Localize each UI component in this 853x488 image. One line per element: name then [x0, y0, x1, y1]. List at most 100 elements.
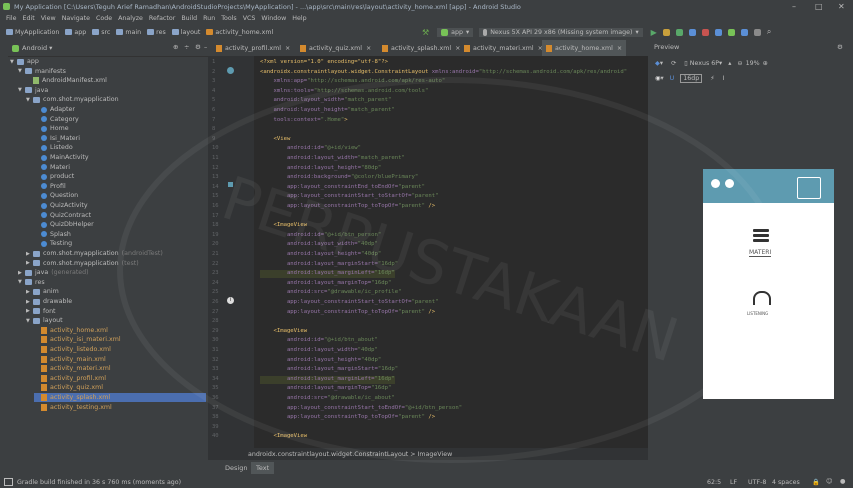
chevron-right-icon[interactable]: ▶	[26, 308, 31, 314]
menu-item-view[interactable]: View	[41, 15, 56, 22]
editor-tab[interactable]: activity_splash.xml ×	[378, 40, 464, 56]
code-line[interactable]: android:layout_height="40dp"	[260, 251, 381, 259]
code-line[interactable]: <ImageView	[260, 328, 307, 336]
device-selector[interactable]: Nexus 5X API 29 x86 (Missing system imag…	[479, 27, 643, 37]
tree-item[interactable]: Home	[34, 124, 69, 133]
infer-constraints-icon[interactable]: ⚡	[710, 75, 714, 82]
notification-icon[interactable]: ●	[840, 478, 846, 485]
breadcrumb-item[interactable]: src	[92, 29, 110, 36]
tree-item[interactable]: activity_testing.xml	[34, 403, 112, 412]
event-log-icon[interactable]	[4, 478, 13, 486]
run-icon[interactable]: ▶	[651, 28, 657, 37]
zoom-in-icon[interactable]: ⊕	[763, 60, 768, 67]
breadcrumb-item[interactable]: layout	[171, 29, 200, 36]
breadcrumb-item[interactable]: main	[116, 29, 141, 36]
minimize-icon[interactable]: –	[792, 2, 796, 11]
run-config-selector[interactable]: app ▾	[437, 27, 474, 37]
tree-item[interactable]: activity_home.xml	[34, 326, 108, 335]
code-line[interactable]: app:layout_constraintTop_toTopOf="parent…	[260, 414, 435, 422]
code-line[interactable]: android:layout_height="80dp"	[260, 165, 381, 173]
code-line[interactable]: app:layout_constraintTop_toTopOf="parent…	[260, 203, 435, 211]
tree-item[interactable]: Category	[34, 115, 79, 124]
close-tab-icon[interactable]: ×	[366, 45, 371, 52]
tree-item[interactable]: ▼ res	[18, 278, 45, 287]
tree-item[interactable]: activity_materi.xml	[34, 364, 111, 373]
stop-icon[interactable]	[701, 28, 709, 36]
tree-item[interactable]: Adapter	[34, 105, 75, 114]
default-margin-icon[interactable]: 16dp	[680, 73, 703, 83]
tree-item[interactable]: ▼ manifests	[18, 67, 66, 76]
status-message[interactable]: Gradle build finished in 36 s 760 ms (mo…	[17, 479, 181, 486]
code-line[interactable]: android:src="@drawable/ic_about"	[260, 395, 395, 403]
code-line[interactable]: android:layout_marginTop="16dp"	[260, 385, 391, 393]
menu-item-vcs[interactable]: VCS	[243, 15, 256, 22]
tree-item[interactable]: ▶ anim	[26, 287, 59, 296]
code-line[interactable]: tools:context=".Home">	[260, 117, 347, 125]
chevron-down-icon[interactable]: ▼	[18, 279, 23, 285]
project-view-selector[interactable]: Android ▾	[12, 44, 52, 52]
zoom-out-icon[interactable]: ⊖	[737, 60, 742, 67]
tree-item[interactable]: Profil	[34, 182, 66, 191]
code-line[interactable]: android:layout_width="40dp"	[260, 241, 378, 249]
search-icon[interactable]: ⌕	[767, 27, 771, 37]
code-line[interactable]: <androidx.constraintlayout.widget.Constr…	[260, 69, 627, 77]
tree-item[interactable]: Isi_Materi	[34, 134, 80, 143]
tree-item[interactable]: Testing	[34, 239, 72, 248]
hammer-icon[interactable]: ⚒	[422, 28, 429, 37]
tree-item[interactable]: ▼ layout	[26, 316, 63, 325]
code-line[interactable]: android:layout_width="match_parent"	[260, 97, 391, 105]
editor-tab[interactable]: activity_quiz.xml ×	[296, 40, 375, 56]
editor-tab[interactable]: activity_profil.xml ×	[212, 40, 294, 56]
close-tab-icon[interactable]: ×	[285, 45, 290, 52]
lock-icon[interactable]: 🔒	[812, 478, 820, 486]
code-line[interactable]: android:layout_width="match_parent"	[260, 155, 405, 163]
tree-item[interactable]: AndroidManifest.xml	[26, 76, 107, 85]
chevron-down-icon[interactable]: ▼	[18, 68, 23, 74]
code-line[interactable]: app:layout_constraintStart_toStartOf="pa…	[260, 299, 439, 307]
apply-changes-icon[interactable]	[662, 28, 670, 36]
code-line[interactable]: <View	[260, 136, 290, 144]
profile-icon[interactable]	[688, 28, 696, 36]
editor-tab[interactable]: activity_materi.xml ×	[460, 40, 547, 56]
code-line[interactable]: <ImageView	[260, 433, 307, 441]
code-line[interactable]: android:src="@drawable/ic_profile"	[260, 289, 402, 297]
maximize-icon[interactable]: □	[815, 2, 823, 11]
code-line[interactable]: android:id="@+id/view"	[260, 145, 361, 153]
tree-item[interactable]: Listedo	[34, 143, 73, 152]
tree-item[interactable]: Question	[34, 191, 78, 200]
chevron-down-icon[interactable]: ▼	[10, 59, 15, 65]
close-tab-icon[interactable]: ×	[617, 45, 622, 52]
debug-icon[interactable]	[675, 28, 683, 36]
tree-item[interactable]: product	[34, 172, 74, 181]
code-line[interactable]: android:background="@color/bluePrimary"	[260, 174, 418, 182]
gutter-color-icon[interactable]	[228, 182, 233, 187]
code-line[interactable]: <ImageView	[260, 222, 307, 230]
menu-item-code[interactable]: Code	[96, 15, 112, 22]
indent-setting[interactable]: 4 spaces	[772, 479, 800, 486]
guidelines-icon[interactable]: I	[723, 75, 725, 82]
code-line[interactable]: android:layout_height="40dp"	[260, 357, 381, 365]
menu-item-analyze[interactable]: Analyze	[118, 15, 143, 22]
tree-item[interactable]: ▼ com.shot.myapplication	[26, 95, 119, 104]
code-line[interactable]: android:layout_width="40dp"	[260, 347, 378, 355]
menu-item-tools[interactable]: Tools	[221, 15, 237, 22]
preview-device-label[interactable]: Nexus 6P	[690, 60, 719, 67]
code-line[interactable]: android:layout_marginStart="16dp"	[260, 261, 398, 269]
tree-item[interactable]: activity_profil.xml	[34, 374, 106, 383]
tab-text[interactable]: Text	[251, 462, 275, 474]
menu-item-run[interactable]: Run	[203, 15, 215, 22]
sync-icon[interactable]	[714, 28, 722, 36]
tree-item[interactable]: activity_quiz.xml	[34, 383, 103, 392]
code-line[interactable]: android:id="@+id/btn_person"	[260, 232, 381, 240]
chevron-right-icon[interactable]: ▶	[26, 299, 31, 305]
tree-item[interactable]: QuizContract	[34, 211, 91, 220]
tree-item[interactable]: Splash	[34, 230, 71, 239]
settings-icon[interactable]: ⚙	[837, 43, 843, 51]
file-encoding[interactable]: UTF-8	[748, 479, 766, 486]
tree-item[interactable]: ▶ font	[26, 307, 56, 316]
code-line[interactable]: android:layout_height="match_parent"	[260, 107, 394, 115]
chevron-down-icon[interactable]: ▼	[26, 97, 31, 103]
cursor-position[interactable]: 62:5	[707, 479, 721, 486]
tree-item[interactable]: ▼ app	[10, 57, 39, 66]
tree-item[interactable]: Materi	[34, 163, 70, 172]
